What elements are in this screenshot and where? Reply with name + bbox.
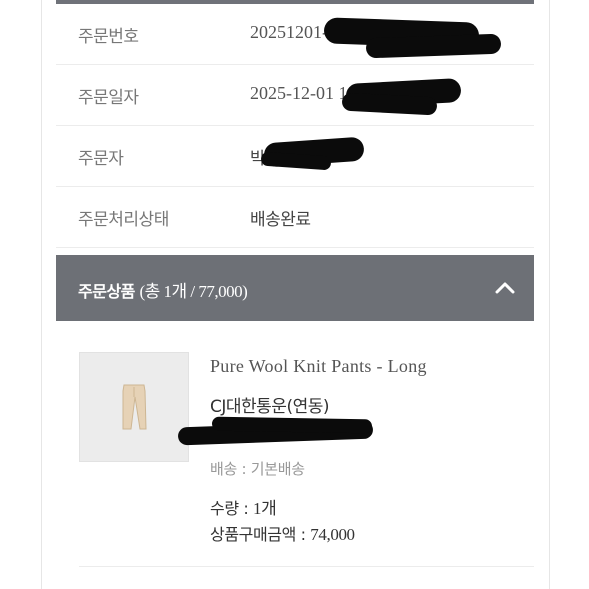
orderer-row: 주문자 박 — [56, 126, 534, 187]
redaction-mark — [211, 416, 373, 434]
divider — [79, 566, 534, 567]
order-status-label: 주문처리상태 — [78, 210, 169, 230]
shipping-method: 배송 : 기본배송 — [210, 460, 305, 478]
purchase-amount-value: 74,000 — [310, 525, 355, 544]
product-thumbnail[interactable] — [79, 352, 189, 462]
purchase-amount: 상품구매금액 : 74,000 — [210, 521, 355, 545]
order-products-summary: (총 1개 / 77,000) — [139, 282, 248, 301]
pants-thumbnail-icon — [122, 384, 147, 430]
order-products-title-text: 주문상품 — [78, 282, 135, 301]
courier-name: CJ대한통운(연동) — [210, 397, 330, 417]
order-status-row: 주문처리상태 배송완료 — [56, 187, 534, 248]
order-number-row: 주문번호 20251201-00 — [56, 4, 534, 65]
redaction-mark — [341, 92, 438, 116]
orderer-label: 주문자 — [78, 149, 124, 169]
purchase-amount-label: 상품구매금액 : — [210, 525, 311, 544]
order-date-value: 2025-12-01 1 — [250, 83, 348, 103]
redaction-mark — [365, 33, 502, 59]
order-date-label: 주문일자 — [78, 88, 139, 108]
quantity-label: 수량 : — [210, 499, 254, 518]
order-detail-card: 주문번호 20251201-00 주문일자 2025-12-01 1 주문자 박… — [41, 0, 550, 589]
quantity-value: 1개 — [253, 499, 277, 518]
order-products-title: 주문상품 (총 1개 / 77,000) — [78, 277, 248, 302]
product-name[interactable]: Pure Wool Knit Pants - Long — [210, 356, 427, 377]
chevron-up-icon[interactable] — [494, 277, 516, 299]
order-products-header[interactable]: 주문상품 (총 1개 / 77,000) — [56, 255, 534, 321]
quantity: 수량 : 1개 — [210, 494, 277, 519]
order-status-value: 배송완료 — [250, 210, 311, 230]
order-date-row: 주문일자 2025-12-01 1 — [56, 65, 534, 126]
order-number-label: 주문번호 — [78, 27, 139, 47]
